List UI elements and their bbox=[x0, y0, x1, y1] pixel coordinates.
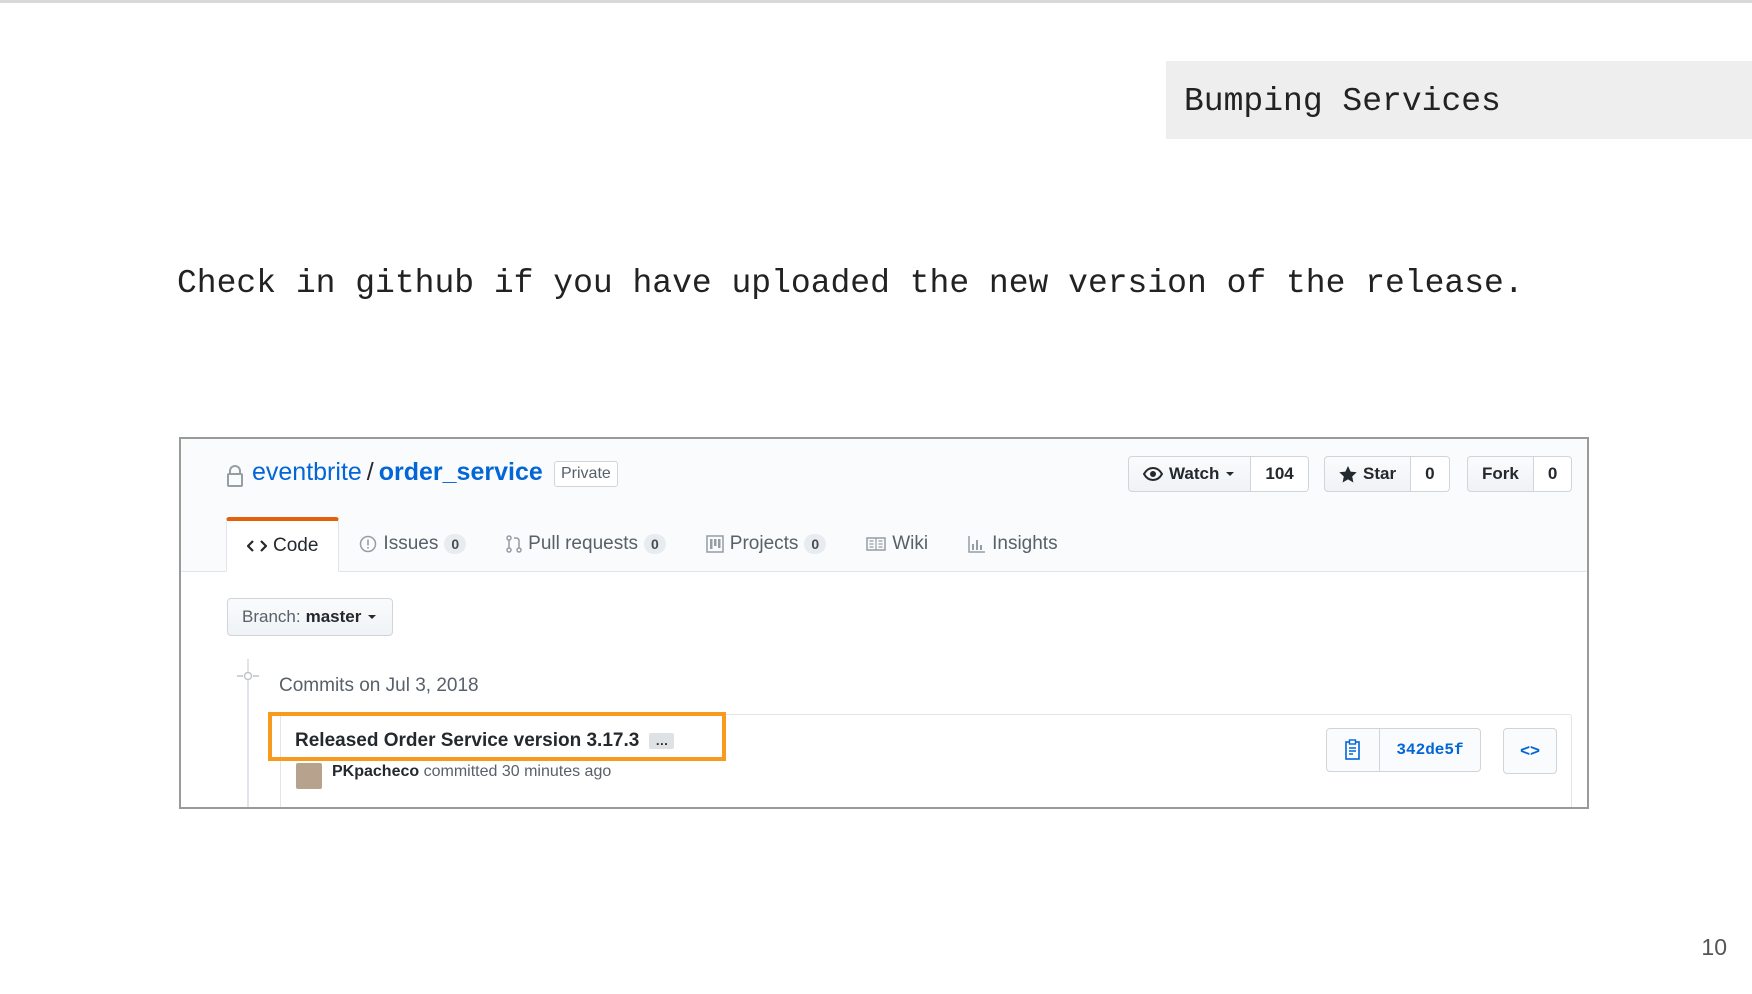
browse-files-label: <> bbox=[1520, 741, 1540, 760]
branch-select-button[interactable]: Branch: master bbox=[227, 598, 394, 636]
branch-prefix: Branch: bbox=[242, 607, 301, 626]
issues-counter: 0 bbox=[444, 533, 467, 554]
star-count[interactable]: 0 bbox=[1411, 456, 1450, 492]
tab-code[interactable]: Code bbox=[226, 517, 340, 572]
tab-projects-label: Projects bbox=[729, 532, 799, 554]
repo-path-separator: / bbox=[366, 458, 374, 486]
star-button[interactable]: Star bbox=[1324, 456, 1412, 492]
chevron-down-icon bbox=[368, 615, 377, 619]
book-icon bbox=[866, 536, 886, 551]
branch-name: master bbox=[305, 607, 362, 626]
repo-owner-link[interactable]: eventbrite bbox=[252, 458, 362, 486]
watch-button-group: Watch 104 bbox=[1128, 456, 1309, 492]
watch-label: Watch bbox=[1169, 464, 1220, 483]
pull-request-icon bbox=[506, 534, 522, 553]
lock-icon bbox=[227, 465, 243, 487]
watch-button[interactable]: Watch bbox=[1128, 456, 1252, 492]
tab-pull-requests-label: Pull requests bbox=[528, 532, 638, 554]
tab-insights-label: Insights bbox=[992, 532, 1058, 554]
watch-count[interactable]: 104 bbox=[1251, 456, 1309, 492]
browse-files-button[interactable]: <> bbox=[1503, 728, 1557, 774]
tab-code-label: Code bbox=[273, 535, 319, 556]
repo-title: eventbrite / order_service bbox=[252, 458, 543, 487]
private-badge: Private bbox=[554, 461, 618, 487]
tab-pull-requests[interactable]: Pull requests 0 bbox=[486, 517, 686, 570]
star-label: Star bbox=[1363, 464, 1397, 483]
commit-sha-link[interactable]: 342de5f bbox=[1380, 728, 1481, 772]
clipboard-icon bbox=[1345, 739, 1360, 760]
star-icon bbox=[1339, 465, 1357, 482]
chevron-down-icon bbox=[1226, 472, 1235, 476]
fork-label: Fork bbox=[1482, 464, 1519, 483]
star-button-group: Star 0 bbox=[1324, 456, 1450, 492]
slide-instruction: Check in github if you have uploaded the… bbox=[177, 265, 1524, 302]
tab-wiki[interactable]: Wiki bbox=[846, 517, 948, 570]
commit-time: committed 30 minutes ago bbox=[423, 763, 612, 780]
project-icon bbox=[706, 534, 724, 553]
commit-meta: PKpacheco committed 30 minutes ago bbox=[332, 763, 611, 781]
commits-date-heading: Commits on Jul 3, 2018 bbox=[279, 675, 479, 696]
page-number: 10 bbox=[1701, 934, 1727, 960]
slide-top-rule bbox=[0, 0, 1752, 3]
avatar[interactable] bbox=[296, 763, 322, 789]
code-icon bbox=[247, 540, 267, 552]
tab-projects[interactable]: Projects 0 bbox=[686, 517, 846, 570]
tab-issues[interactable]: Issues 0 bbox=[339, 517, 486, 570]
repo-nav-tabs: Code Issues 0 Pull requests 0 Projects 0… bbox=[226, 517, 1078, 572]
tab-issues-label: Issues bbox=[383, 532, 439, 554]
section-title-box: Bumping Services bbox=[1166, 61, 1752, 139]
pull-requests-counter: 0 bbox=[643, 533, 666, 554]
github-screenshot: eventbrite / order_service Private Watch 1… bbox=[179, 437, 1589, 809]
graph-icon bbox=[968, 535, 986, 553]
tab-wiki-label: Wiki bbox=[892, 532, 929, 554]
copy-sha-button[interactable] bbox=[1326, 728, 1380, 772]
section-title: Bumping Services bbox=[1184, 83, 1501, 120]
repo-name-link[interactable]: order_service bbox=[379, 458, 543, 486]
tab-insights[interactable]: Insights bbox=[948, 517, 1077, 570]
eye-icon bbox=[1143, 467, 1163, 481]
projects-counter: 0 bbox=[804, 533, 827, 554]
commit-author-link[interactable]: PKpacheco bbox=[332, 763, 419, 780]
commit-sha-group: 342de5f bbox=[1326, 728, 1481, 772]
fork-count[interactable]: 0 bbox=[1533, 456, 1573, 492]
highlight-box bbox=[268, 712, 726, 761]
repo-header: eventbrite / order_service Private Watch 1… bbox=[181, 439, 1587, 572]
fork-button-group: Fork 0 bbox=[1467, 456, 1573, 492]
commit-node-icon bbox=[237, 671, 259, 681]
fork-button[interactable]: Fork bbox=[1467, 456, 1534, 492]
commit-timeline bbox=[247, 659, 249, 807]
issue-icon bbox=[360, 535, 377, 552]
